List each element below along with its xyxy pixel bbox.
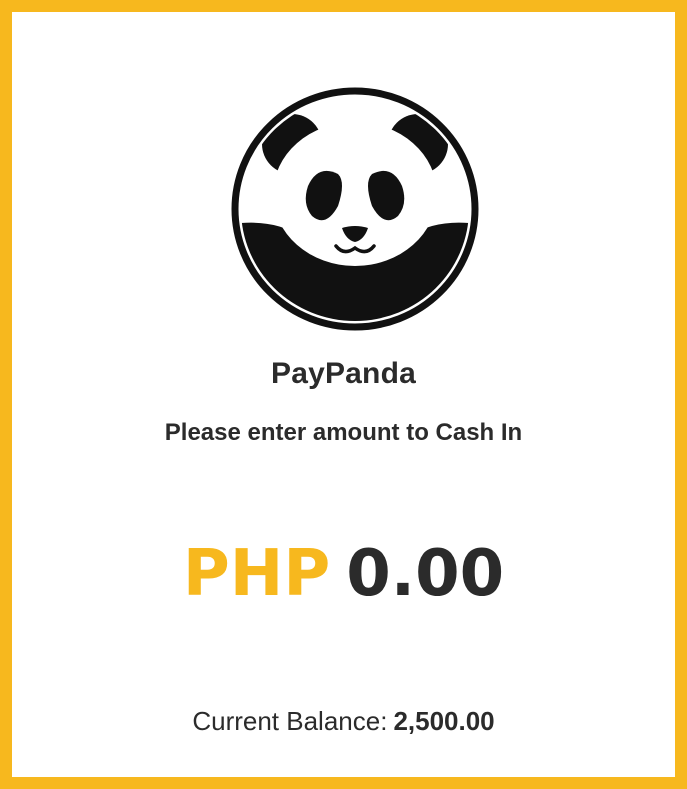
cash-in-screen: PayPanda Please enter amount to Cash In … xyxy=(12,12,675,777)
current-balance: Current Balance: 2,500.00 xyxy=(12,706,675,737)
panda-logo-icon xyxy=(230,86,480,332)
amount-value: 0.00 xyxy=(346,537,505,611)
app-name: PayPanda xyxy=(270,357,416,390)
currency-code: PHP xyxy=(182,537,331,611)
cash-in-instruction: Please enter amount to Cash In xyxy=(164,419,523,446)
balance-label: Current Balance: xyxy=(192,706,388,736)
balance-value: 2,500.00 xyxy=(393,706,495,736)
amount-display[interactable]: PHP 0.00 xyxy=(12,542,675,606)
